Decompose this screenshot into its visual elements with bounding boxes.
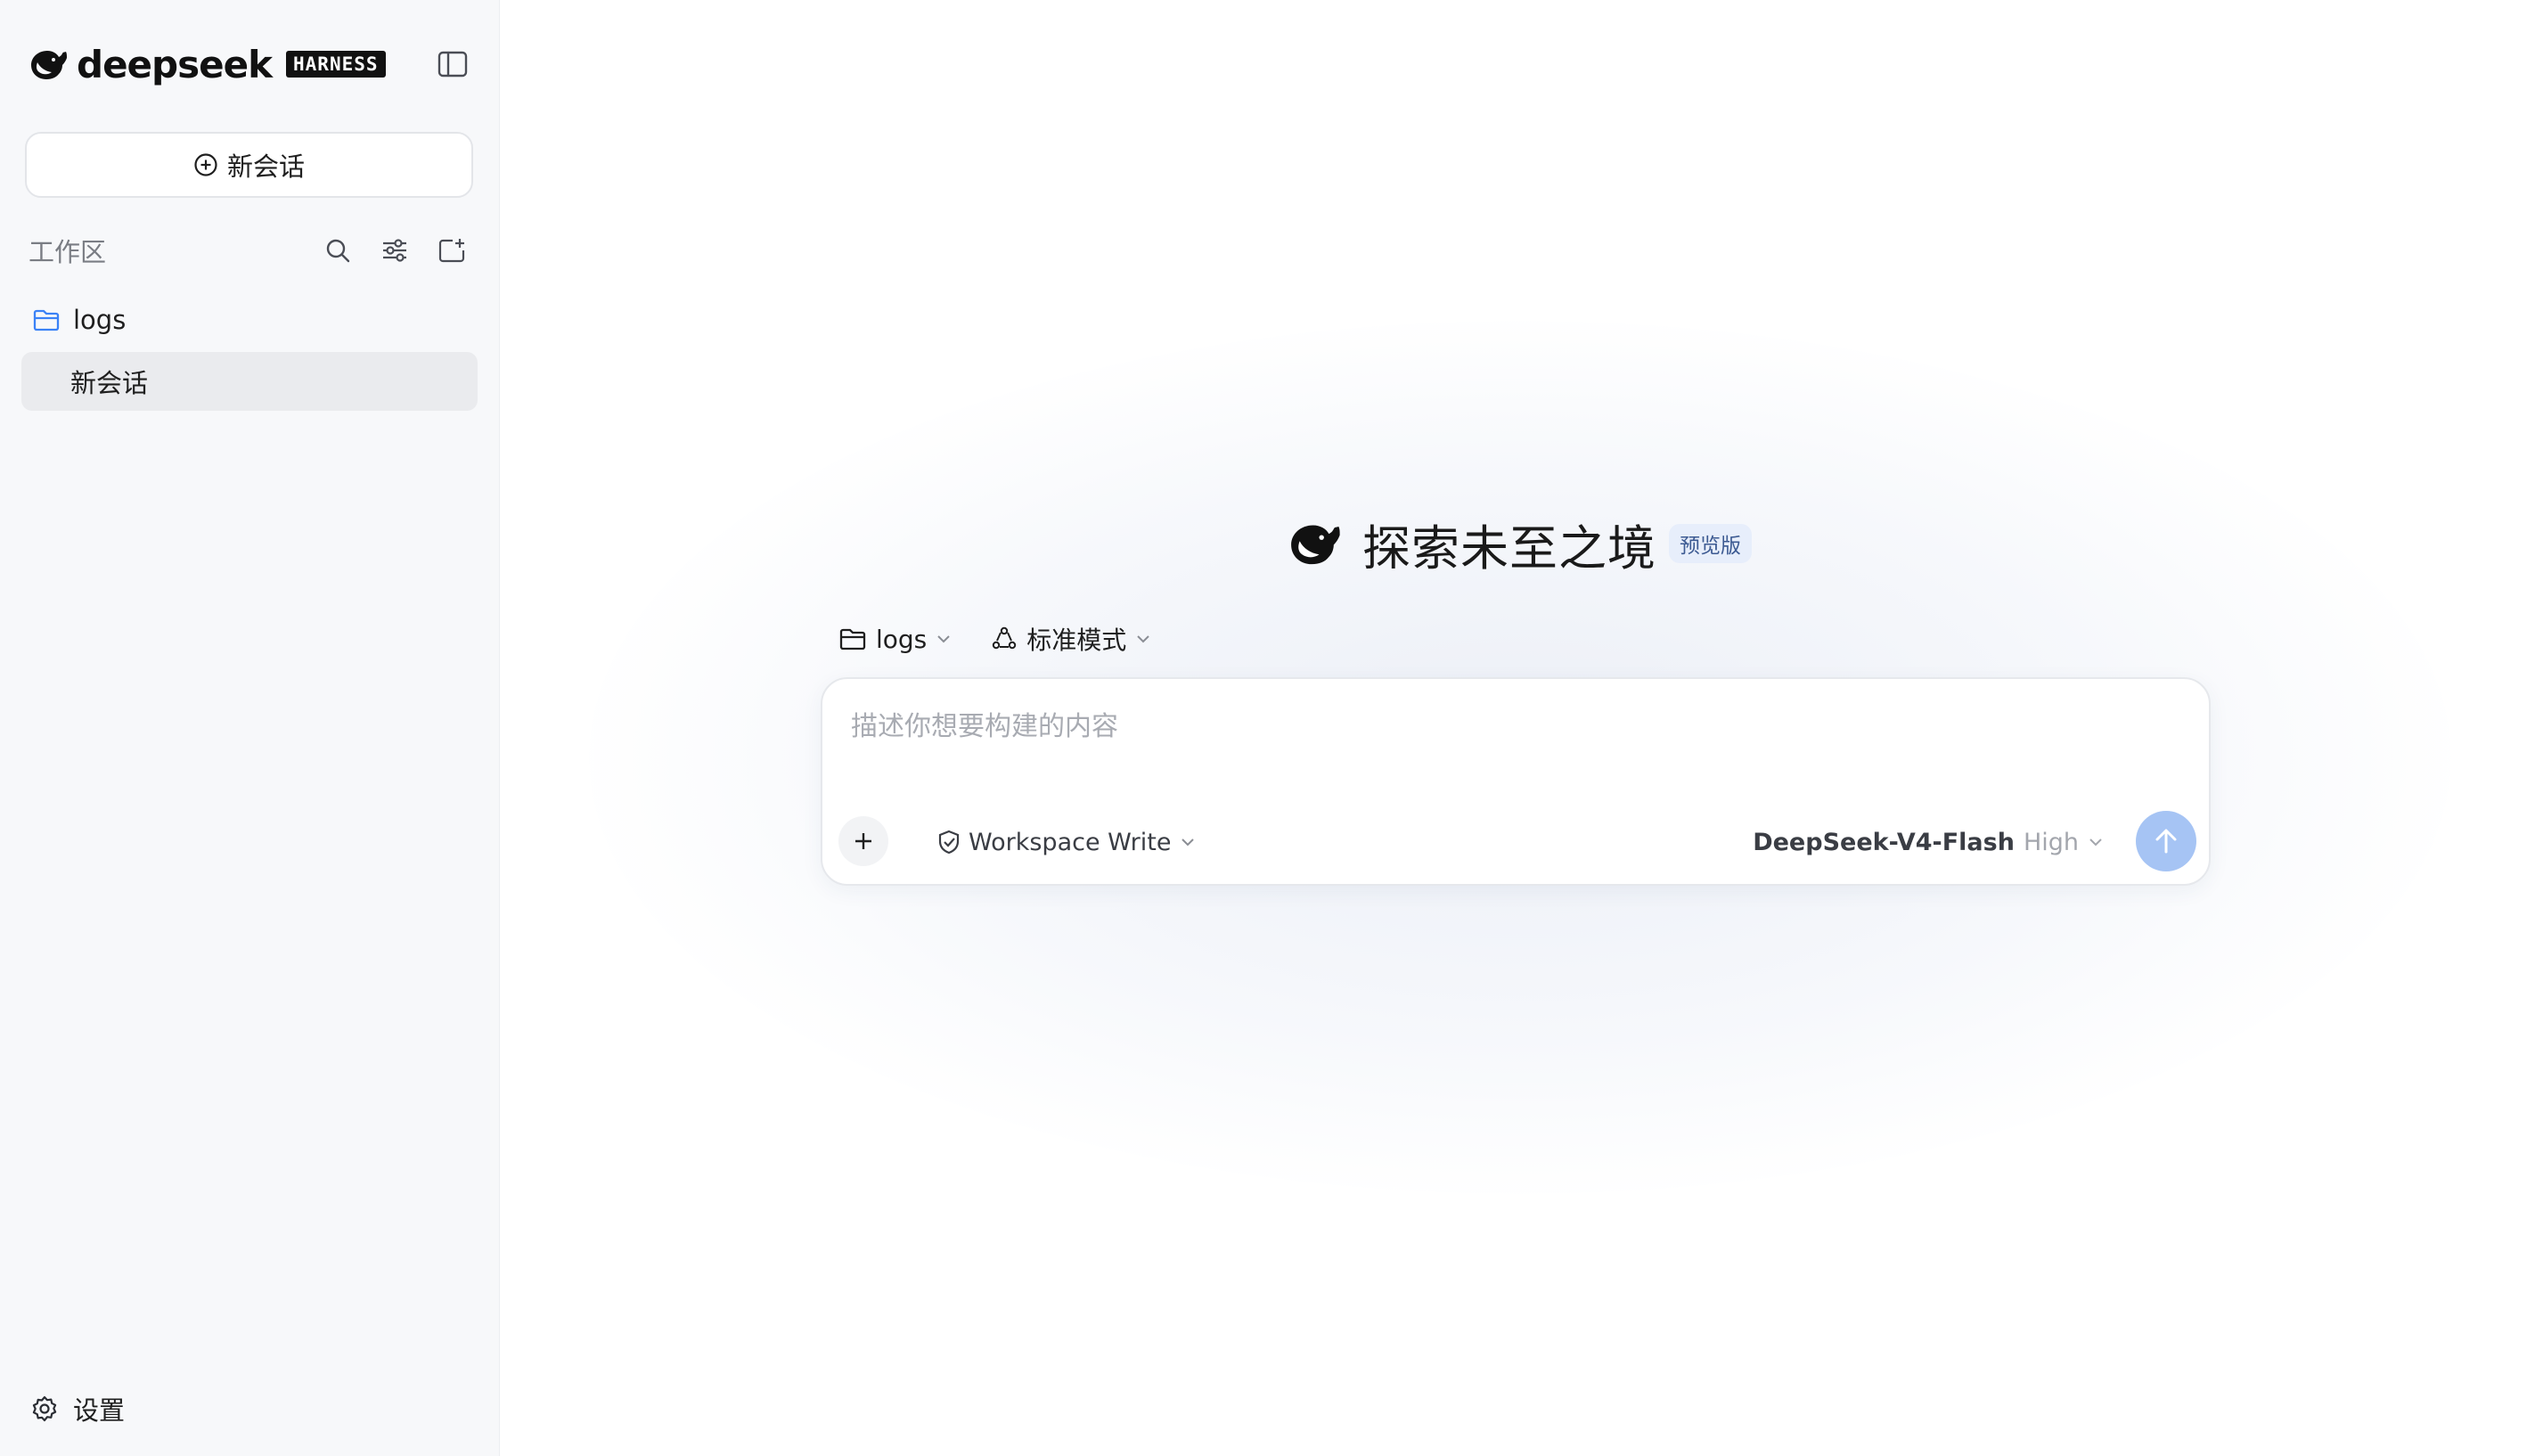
collapse-sidebar-button[interactable] xyxy=(433,46,472,82)
composer: Workspace Write DeepSeek-V4-Flash High xyxy=(821,677,2211,886)
search-workspace-button[interactable] xyxy=(315,228,360,273)
model-selector[interactable]: DeepSeek-V4-Flash High xyxy=(1753,822,2104,863)
settings-label: 设置 xyxy=(73,1395,126,1426)
app-window: deepseek HARNESS 新会话 工作区 logs 新会话 设置 探索未… xyxy=(0,0,2543,1456)
permission-label: Workspace Write xyxy=(969,828,1172,856)
chat-item[interactable]: 新会话 xyxy=(21,352,478,411)
whale-logo-icon xyxy=(31,51,67,79)
model-name: DeepSeek-V4-Flash xyxy=(1753,828,2015,856)
shield-check-icon xyxy=(938,830,960,855)
folder-plus-icon xyxy=(438,239,465,263)
brand: deepseek HARNESS xyxy=(27,39,386,89)
chevron-down-icon xyxy=(1182,838,1195,847)
workspace-header: 工作区 xyxy=(29,228,474,273)
filter-workspace-button[interactable] xyxy=(372,228,417,273)
chevron-down-icon xyxy=(1137,635,1150,643)
mode-selector-label: 标准模式 xyxy=(1026,626,1127,655)
brand-name: deepseek xyxy=(77,42,273,86)
whale-logo-icon xyxy=(1291,525,1340,565)
plus-circle-icon xyxy=(194,153,217,176)
preview-badge: 预览版 xyxy=(1669,524,1752,563)
sliders-icon xyxy=(383,239,406,262)
folder-icon xyxy=(33,309,60,331)
workspace-label: 工作区 xyxy=(29,237,107,267)
model-level: High xyxy=(2023,828,2079,856)
new-folder-button[interactable] xyxy=(429,228,474,273)
cycle-icon xyxy=(993,626,1017,650)
permission-selector[interactable]: Workspace Write xyxy=(936,822,1196,863)
search-icon xyxy=(326,239,350,263)
mode-selector[interactable]: 标准模式 xyxy=(991,621,1151,657)
brand-badge: HARNESS xyxy=(286,51,386,78)
workspace-folder-logs[interactable]: logs xyxy=(32,299,126,340)
hero: 探索未至之境 预览版 xyxy=(1282,510,1752,577)
add-attachment-button[interactable] xyxy=(838,816,888,866)
hero-title: 探索未至之境 xyxy=(1362,519,1656,577)
chat-item-label: 新会话 xyxy=(70,368,149,398)
project-selector-label: logs xyxy=(876,624,928,654)
folder-icon xyxy=(839,628,866,650)
main-area: 探索未至之境 预览版 logs 标准模式 描述你想要构建的内容 Workspac… xyxy=(500,0,2543,1456)
project-selector[interactable]: logs xyxy=(838,625,952,654)
settings-button[interactable]: 设置 xyxy=(30,1388,125,1429)
chevron-down-icon xyxy=(2089,838,2102,847)
sidebar-toggle-icon xyxy=(437,51,468,78)
arrow-up-icon xyxy=(2155,829,2177,854)
new-chat-label: 新会话 xyxy=(226,151,305,182)
folder-label: logs xyxy=(73,305,127,335)
plus-icon xyxy=(855,833,871,849)
new-chat-button[interactable]: 新会话 xyxy=(25,132,473,198)
gear-icon xyxy=(32,1395,57,1422)
sidebar: deepseek HARNESS 新会话 工作区 logs 新会话 设置 xyxy=(0,0,500,1456)
chevron-down-icon xyxy=(937,635,950,643)
composer-toolbar: logs 标准模式 xyxy=(838,617,1190,661)
prompt-input[interactable] xyxy=(849,702,2171,777)
send-button[interactable] xyxy=(2136,811,2196,871)
